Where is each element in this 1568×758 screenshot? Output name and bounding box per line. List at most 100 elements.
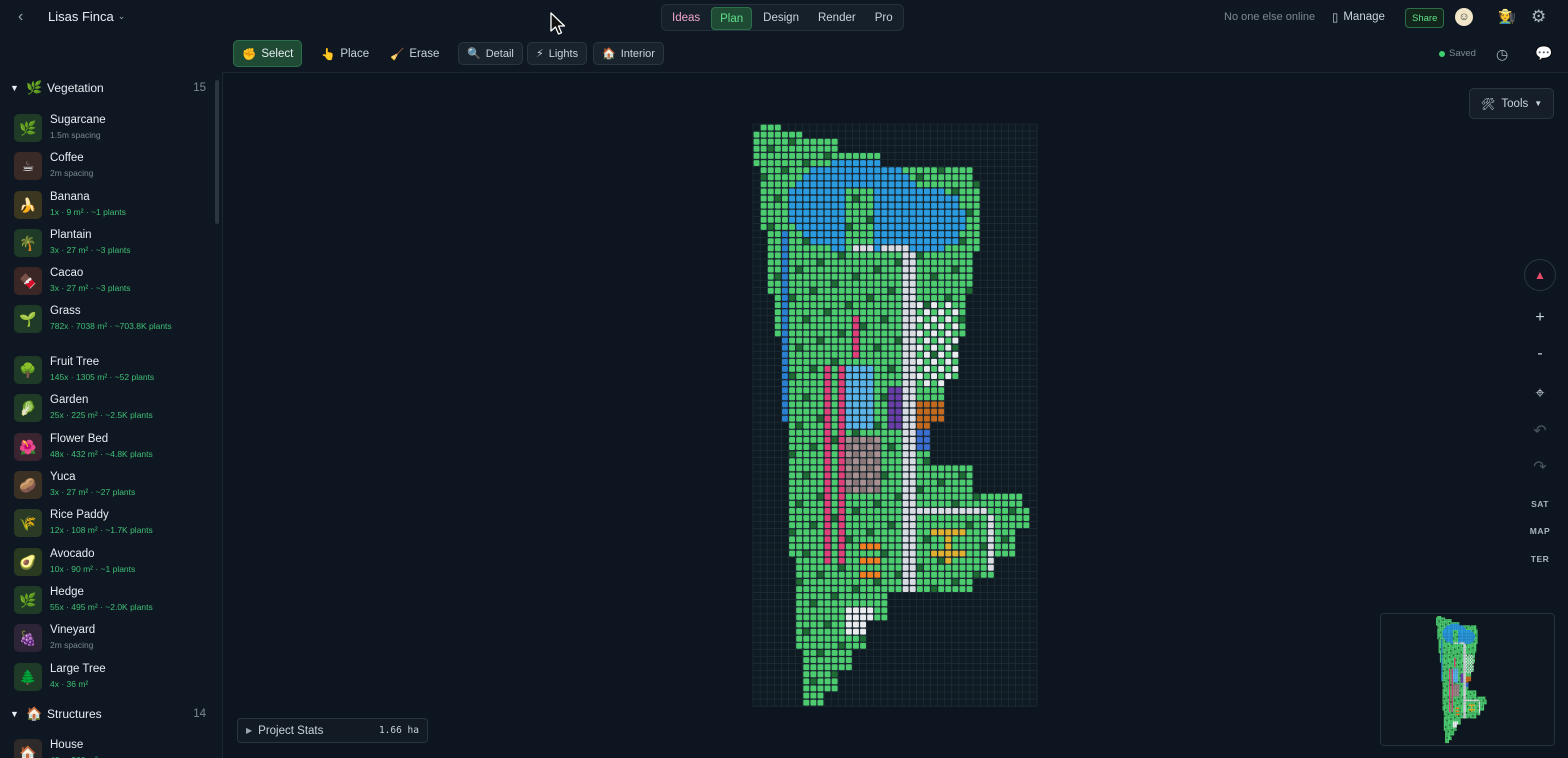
minimap-tile <box>1447 688 1449 691</box>
comment-bubble-icon[interactable]: 💬 <box>1535 45 1552 62</box>
minimap-tile <box>1446 729 1448 731</box>
minimap-tile <box>1475 647 1477 649</box>
minimap-tile <box>1477 713 1479 716</box>
minimap-tile <box>1463 692 1465 694</box>
location-pin-icon[interactable]: ⌖ <box>1523 383 1557 405</box>
minimap-tile <box>1443 630 1446 632</box>
map-tile <box>860 302 866 308</box>
minimap-tile <box>1465 625 1468 627</box>
mode-tab-pro[interactable]: Pro <box>867 7 901 28</box>
zoom-out-button[interactable]: - <box>1523 343 1557 365</box>
minimap-tile <box>1463 698 1465 700</box>
compass-icon[interactable]: ▲ <box>1524 259 1556 291</box>
tile-item-plantain[interactable]: 🌴 Plantain 3x · 27 m² · ~3 plants <box>0 225 215 263</box>
view-ter-button[interactable]: TER <box>1523 548 1557 570</box>
user-avatar[interactable]: ☺ <box>1455 8 1473 26</box>
minimap-tile <box>1449 709 1451 711</box>
zoom-in-button[interactable]: + <box>1523 307 1557 329</box>
tile-item-banana[interactable]: 🍌 Banana 1x · 9 m² · ~1 plants <box>0 187 215 225</box>
undo-icon[interactable]: ↶ <box>1523 420 1557 442</box>
history-clock-icon[interactable]: ◷ <box>1496 46 1508 63</box>
gear-icon[interactable]: ⚙ <box>1531 7 1546 27</box>
minimap-tile <box>1462 656 1464 658</box>
lights-toggle[interactable]: ⚡ Lights <box>527 42 588 65</box>
map-tile <box>902 543 909 550</box>
minimap-tile <box>1467 668 1469 671</box>
map-tile <box>853 188 859 195</box>
tile-item-fruit-tree[interactable]: 🌳 Fruit Tree 145x · 1305 m² · ~52 plants <box>0 352 215 390</box>
plan-canvas[interactable]: 🛠 Tools ▼ ▲ + - ⌖ ↶ ↷ SAT MAP TER ▶ Proj… <box>223 73 1568 758</box>
map-tile <box>909 216 916 223</box>
minimap-tile <box>1473 633 1475 635</box>
map-tile <box>767 174 774 181</box>
map-tile <box>909 358 916 365</box>
tile-item-large-tree[interactable]: 🌲 Large Tree 4x · 36 m² <box>0 659 215 697</box>
category-structures[interactable]: ▼ 🏠 Structures 14 <box>0 698 222 730</box>
map-tile <box>902 216 909 223</box>
tile-item-avocado[interactable]: 🥑 Avocado 10x · 90 m² · ~1 plants <box>0 544 215 582</box>
farm-plan-map[interactable] <box>223 73 1568 758</box>
map-tile <box>895 564 902 571</box>
manage-button[interactable]: ▯ Manage <box>1332 10 1385 24</box>
tile-item-vineyard[interactable]: 🍇 Vineyard 2m spacing <box>0 620 215 658</box>
minimap-tile <box>1445 723 1447 725</box>
minimap[interactable] <box>1380 613 1555 746</box>
map-tile <box>895 280 902 287</box>
mode-tab-plan[interactable]: Plan <box>711 7 753 30</box>
map-tile <box>853 621 859 628</box>
minimap-tile <box>1449 678 1451 680</box>
project-stats-panel[interactable]: ▶ Project Stats 1.66 ha <box>237 718 428 743</box>
minimap-tile <box>1464 693 1466 696</box>
tools-dropdown[interactable]: 🛠 Tools ▼ <box>1469 88 1554 119</box>
minimap-tile <box>1446 738 1448 741</box>
map-tile <box>881 280 888 287</box>
map-tile <box>767 238 774 245</box>
redo-icon[interactable]: ↷ <box>1523 456 1557 478</box>
mode-tab-render[interactable]: Render <box>810 7 864 28</box>
minimap-tile <box>1462 698 1464 700</box>
tile-item-hedge[interactable]: 🌿 Hedge 55x · 495 m² · ~2.0K plants <box>0 582 215 620</box>
minimap-tile <box>1442 668 1444 671</box>
map-tile <box>831 650 838 656</box>
mode-tab-design[interactable]: Design <box>755 7 807 28</box>
tile-item-grass[interactable]: 🌱 Grass 782x · 7038 m² · ~703.8K plants <box>0 301 215 339</box>
interior-toggle[interactable]: 🏠 Interior <box>593 42 664 65</box>
detail-toggle[interactable]: 🔍 Detail <box>458 42 523 65</box>
view-map-button[interactable]: MAP <box>1523 520 1557 542</box>
minimap-tile <box>1455 671 1457 674</box>
tile-item-coffee[interactable]: ☕ Coffee 2m spacing <box>0 148 215 186</box>
minimap-tile <box>1452 698 1455 700</box>
minimap-tile <box>1468 665 1470 668</box>
minimap-tile <box>1450 726 1452 728</box>
tile-item-cacao[interactable]: 🍫 Cacao 3x · 27 m² · ~3 plants <box>0 263 215 301</box>
tile-item-yuca[interactable]: 🥔 Yuca 3x · 27 m² · ~27 plants <box>0 467 215 505</box>
minimap-tile <box>1456 639 1459 641</box>
mode-tab-ideas[interactable]: Ideas <box>664 7 708 28</box>
tile-item-flower-bed[interactable]: 🌺 Flower Bed 48x · 432 m² · ~4.8K plants <box>0 429 215 467</box>
tile-item-rice-paddy[interactable]: 🌾 Rice Paddy 12x · 108 m² · ~1.7K plants <box>0 505 215 543</box>
category-vegetation[interactable]: ▼ 🌿 Vegetation 15 <box>0 72 222 104</box>
view-sat-button[interactable]: SAT <box>1523 493 1557 515</box>
project-selector[interactable]: Lisas Finca ⌄ <box>48 9 125 24</box>
map-tile <box>803 508 810 514</box>
minimap-tile <box>1437 633 1439 635</box>
map-tile <box>831 444 838 450</box>
select-tool-button[interactable]: ✊ Select <box>233 40 303 67</box>
map-tile <box>931 266 937 273</box>
farmer-icon[interactable]: 🧑‍🌾 <box>1498 8 1515 25</box>
tile-item-sugarcane[interactable]: 🌿 Sugarcane 1.5m spacing <box>0 110 215 148</box>
minimap-tile <box>1441 642 1443 644</box>
back-chevron-icon[interactable]: ‹ <box>18 9 34 25</box>
minimap-tile <box>1452 630 1455 632</box>
erase-tool-button[interactable]: 🧹 Erase <box>382 40 447 67</box>
share-button[interactable]: Share <box>1405 8 1445 28</box>
tile-item-house[interactable]: 🏠House40x · 360 m² <box>0 735 215 758</box>
map-tile <box>860 579 866 585</box>
minimap-tile <box>1451 678 1453 680</box>
tile-item-garden[interactable]: 🥬 Garden 25x · 225 m² · ~2.5K plants <box>0 390 215 428</box>
place-tool-button[interactable]: 👆 Place <box>313 40 377 67</box>
minimap-tile <box>1443 712 1446 714</box>
map-tile <box>817 465 824 472</box>
minimap-tile <box>1449 630 1451 632</box>
minimap-tile <box>1449 664 1451 666</box>
